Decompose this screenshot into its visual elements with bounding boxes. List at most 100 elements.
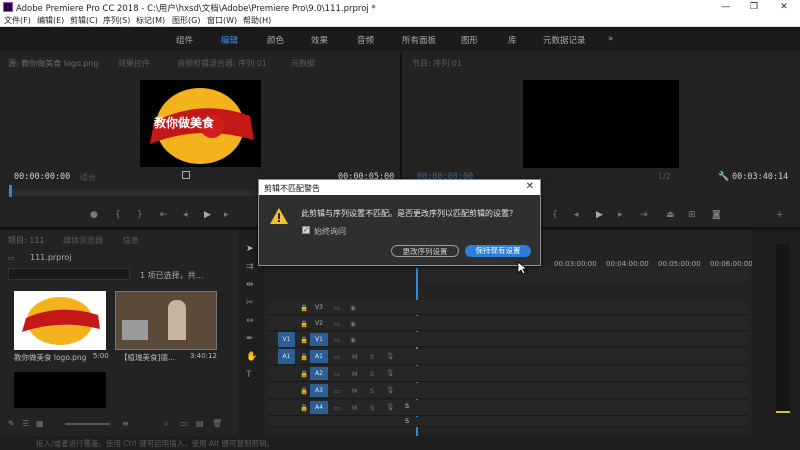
workspace-assembly[interactable]: 组件 [176,34,193,46]
pen-tool-icon[interactable]: ✒ [246,334,254,344]
source-timecode-current[interactable]: 00:00:00:00 [14,172,70,182]
solo-button[interactable]: S [370,370,374,378]
solo-button[interactable]: S [370,353,374,361]
workspace-color[interactable]: 颜色 [267,34,284,46]
export-frame-icon[interactable]: ◙ [712,210,721,220]
microphone-icon[interactable]: 🎙 [386,386,394,394]
tab-source[interactable]: 源: 教你做美食 logo.png [8,58,99,72]
tab-effect-controls[interactable]: 效果控件 [118,58,150,72]
sort-icon[interactable]: ≡ [122,419,129,428]
program-play-icon[interactable]: ▶ [596,210,603,220]
settings-icon[interactable] [182,171,190,179]
step-back-icon[interactable]: ◂ [183,210,188,220]
menu-edit[interactable]: 编辑(E) [37,15,64,26]
track-name-v3[interactable]: V3 [310,301,328,314]
project-item-name-logo[interactable]: 教你做美食 logo.png [14,352,86,363]
workspace-metadata[interactable]: 元数据记录 [543,34,586,46]
lock-icon[interactable]: 🔒 [300,304,308,312]
workspace-effects[interactable]: 效果 [311,34,328,46]
source-target-a1[interactable]: A1 [278,349,295,364]
track-name-v1[interactable]: V1 [310,333,328,346]
find-icon[interactable]: ⌕ [164,419,168,429]
extract-icon[interactable]: ⊞ [688,210,696,220]
track-row-a4[interactable]: 🔒 A4 ▭ M S 🎙 S [268,400,748,416]
workspace-editing[interactable]: 编辑 [221,34,238,46]
go-to-in-icon[interactable]: ⇤ [160,210,168,220]
lock-icon[interactable]: 🔒 [300,404,308,412]
tab-project[interactable]: 项目: 111 [8,235,45,249]
project-item-thumb-sequence[interactable] [14,372,106,408]
track-name-a3[interactable]: A3 [310,384,328,397]
slip-tool-icon[interactable]: ↔ [246,316,254,326]
menu-help[interactable]: 帮助(H) [243,15,271,26]
step-forward-icon[interactable]: ▸ [224,210,229,220]
project-item-name-video[interactable]: 【植瑞美食]德... [120,352,175,363]
wrench-icon[interactable]: 🔧 [718,172,729,182]
sync-lock-icon[interactable]: ▭ [334,404,340,412]
workspace-audio[interactable]: 音频 [357,34,374,46]
project-item-thumb-logo[interactable] [14,291,106,350]
workspace-all-panels[interactable]: 所有面板 [402,34,436,46]
sync-lock-icon[interactable]: ▭ [334,304,340,312]
tab-program[interactable]: 节目: 序列 01 [412,58,462,72]
microphone-icon[interactable]: 🎙 [386,369,394,377]
menu-marker[interactable]: 标记(M) [136,15,165,26]
track-name-a4[interactable]: A4 [310,401,328,414]
track-row-v2[interactable]: 🔒 V2 ▭ ◉ [268,316,748,331]
mark-out-icon[interactable]: } [137,210,143,220]
track-select-tool-icon[interactable]: ⇉ [246,262,254,272]
program-mark-in-icon[interactable]: { [552,210,558,220]
source-target-v1[interactable]: V1 [278,332,295,347]
new-item-icon[interactable]: ▤ [196,419,204,428]
lock-icon[interactable]: 🔒 [300,336,308,344]
solo-button[interactable]: S [370,404,374,412]
program-step-forward-icon[interactable]: ▸ [618,210,623,220]
lift-icon[interactable]: ⏏ [666,210,675,220]
always-ask-label[interactable]: 始终询问 [314,226,346,237]
always-ask-checkbox[interactable]: ✓ [302,226,310,234]
dialog-close-icon[interactable]: ✕ [526,181,534,192]
keep-existing-settings-button[interactable]: 保持现有设置 [465,245,531,257]
microphone-icon[interactable]: 🎙 [386,403,394,411]
add-button-icon[interactable]: + [776,210,784,220]
play-icon[interactable]: ▶ [204,210,211,220]
track-name-a2[interactable]: A2 [310,367,328,380]
tab-media-browser[interactable]: 媒体浏览器 [63,235,103,249]
track-name-v2[interactable]: V2 [310,317,328,330]
sync-lock-icon[interactable]: ▭ [334,387,340,395]
workspace-libraries[interactable]: 库 [508,34,517,46]
workspace-graphics[interactable]: 图形 [461,34,478,46]
zoom-slider[interactable] [65,423,110,425]
change-sequence-settings-button[interactable]: 更改序列设置 [391,245,459,257]
lock-icon[interactable]: 🔒 [300,387,308,395]
timeline-ruler[interactable]: 00:03:00:00 00:04:00:00 00:05:00:00 00:0… [418,260,753,282]
track-row-a2[interactable]: 🔒 A2 ▭ M S 🎙 [268,366,748,382]
mark-in-icon[interactable]: { [115,210,121,220]
razor-tool-icon[interactable]: ✂ [246,298,254,308]
lock-icon[interactable]: 🔒 [300,353,308,361]
type-tool-icon[interactable]: T [246,370,252,380]
mute-button[interactable]: M [352,370,358,378]
track-row-a1[interactable]: A1 🔒 A1 ▭ M S 🎙 [268,349,748,365]
icon-view-icon[interactable]: ▦ [36,419,44,428]
menu-graphics[interactable]: 图形(G) [172,15,200,26]
maximize-button[interactable]: ❐ [740,0,768,14]
eye-icon[interactable]: ◉ [350,304,356,312]
program-step-back-icon[interactable]: ◂ [574,210,579,220]
tab-info[interactable]: 信息 [123,235,139,249]
solo-button[interactable]: S [370,387,374,395]
tab-metadata[interactable]: 元数据 [291,58,315,72]
workspace-more-button[interactable]: » [608,34,613,44]
tab-audio-clip-mixer[interactable]: 音频剪辑混合器: 序列 01 [177,58,267,72]
track-row-a3[interactable]: 🔒 A3 ▭ M S 🎙 [268,383,748,399]
lock-icon[interactable]: 🔒 [300,370,308,378]
menu-window[interactable]: 窗口(W) [207,15,237,26]
hand-tool-icon[interactable]: ✋ [246,352,257,362]
track-row-v1[interactable]: V1 🔒 V1 ▭ ◉ [268,332,748,347]
project-search-input[interactable] [8,268,130,280]
eye-icon[interactable]: ◉ [350,320,356,328]
marker-icon[interactable]: ● [90,210,98,220]
sync-lock-icon[interactable]: ▭ [334,353,340,361]
sync-lock-icon[interactable]: ▭ [334,370,340,378]
minimize-button[interactable]: — [712,0,740,14]
